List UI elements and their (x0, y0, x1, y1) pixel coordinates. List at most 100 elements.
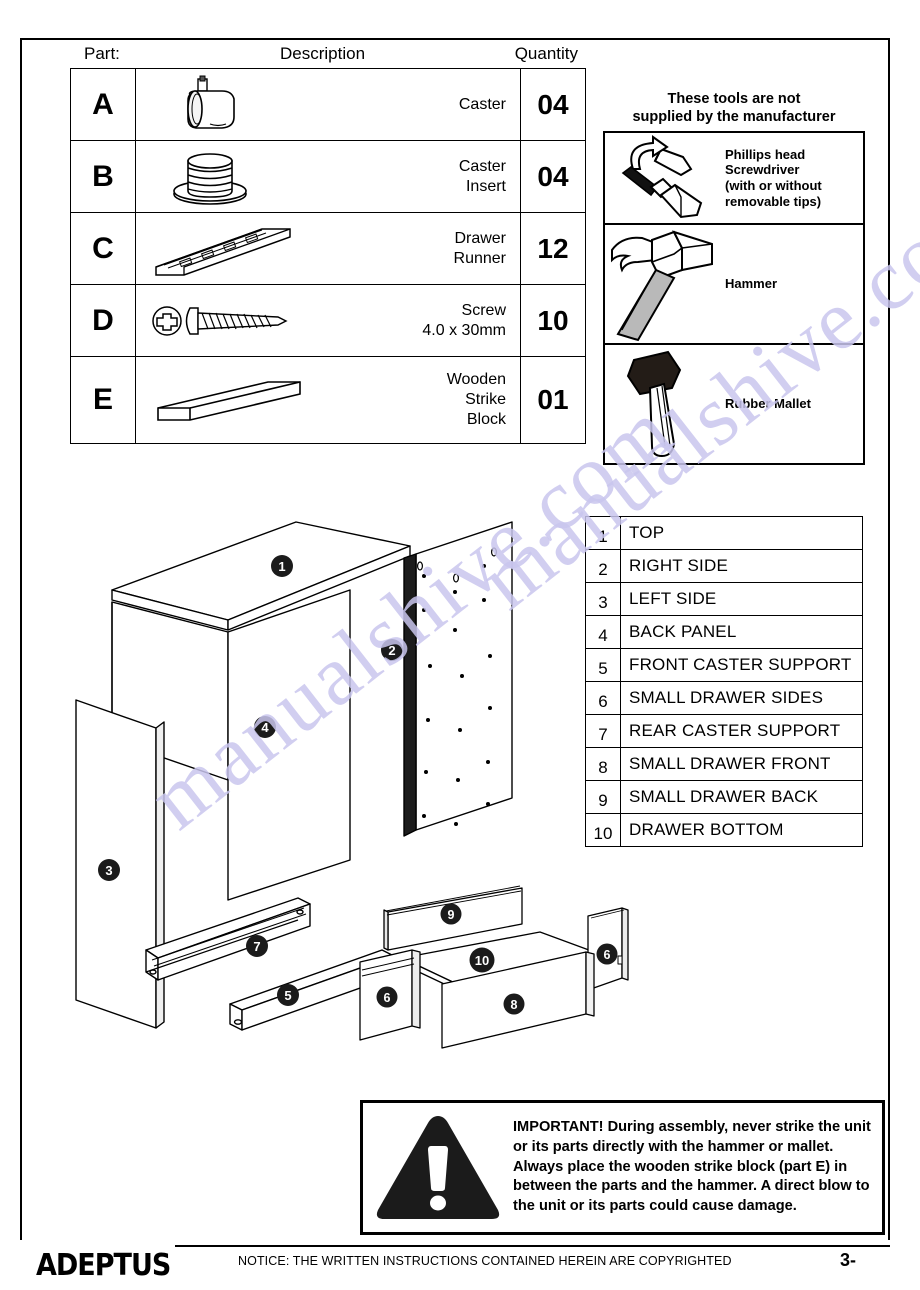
callout-9: 9 (440, 903, 462, 925)
tool-label-screwdriver: Phillips head Screwdriver (with or witho… (725, 146, 822, 210)
panel-back (227, 589, 351, 901)
legend-num-5: 5 (585, 648, 621, 682)
table-row: D Screw 4.0 x 30mm 10 (70, 284, 586, 357)
caster-icon (187, 75, 235, 129)
header-part: Part: (84, 44, 120, 63)
screwdriver-icon (621, 135, 703, 219)
callout-10: 10 (469, 947, 495, 973)
legend-row: 5 FRONT CASTER SUPPORT (585, 648, 863, 682)
legend-label-2: RIGHT SIDE (620, 549, 863, 583)
warning-text: IMPORTANT! During assembly, never strike… (513, 1119, 871, 1215)
legend-num-1: 1 (585, 516, 621, 550)
part-description-c: Drawer Runner (453, 229, 506, 267)
legend-label-6: SMALL DRAWER SIDES (620, 681, 863, 715)
legend-num-2: 2 (585, 549, 621, 583)
legend-label-9: SMALL DRAWER BACK (620, 780, 863, 814)
parts-table-header: Part: Description Quantity (70, 42, 580, 68)
legend-num-3: 3 (585, 582, 621, 616)
legend-label-5: FRONT CASTER SUPPORT (620, 648, 863, 682)
svg-text:2: 2 (388, 643, 395, 658)
tool-row-screwdriver: Phillips head Screwdriver (with or witho… (605, 133, 863, 226)
screw-icon (152, 305, 288, 336)
table-row: C Drawer Runner 12 (70, 212, 586, 285)
svg-text:3: 3 (105, 863, 112, 878)
legend-row: 4 BACK PANEL (585, 615, 863, 649)
legend-num-7: 7 (585, 714, 621, 748)
callout-5: 5 (277, 984, 299, 1006)
svg-text:6: 6 (604, 948, 611, 962)
callout-2: 2 (381, 639, 403, 661)
strike-block-icon (157, 381, 301, 421)
tools-section: These tools are not supplied by the manu… (603, 90, 865, 466)
legend-row: 8 SMALL DRAWER FRONT (585, 747, 863, 781)
legend-label-8: SMALL DRAWER FRONT (620, 747, 863, 781)
caster-insert-icon (173, 152, 247, 205)
callout-7: 7 (246, 935, 268, 957)
callout-4: 4 (254, 716, 276, 738)
warning-triangle-icon (376, 1115, 500, 1219)
legend-row: 1 TOP (585, 516, 863, 550)
hammer-icon (611, 230, 713, 342)
tool-label-mallet: Rubber Mallet (725, 396, 811, 412)
legend-num-6: 6 (585, 681, 621, 715)
part-description-a: Caster (458, 95, 506, 113)
part-quantity-a: 04 (520, 68, 586, 141)
header-description: Description (280, 44, 366, 63)
tools-box: Phillips head Screwdriver (with or witho… (603, 131, 865, 466)
legend-label-1: TOP (620, 516, 863, 550)
callout-8: 8 (503, 993, 525, 1015)
svg-text:6: 6 (384, 991, 391, 1005)
part-letter-d: D (70, 284, 136, 357)
svg-text:4: 4 (261, 720, 269, 735)
part-letter-a: A (70, 68, 136, 141)
part-quantity-d: 10 (520, 284, 586, 357)
part-description-d: Screw 4.0 x 30mm (422, 301, 506, 339)
legend-row: 3 LEFT SIDE (585, 582, 863, 616)
part-letter-e: E (70, 356, 136, 444)
part-letter-b: B (70, 140, 136, 213)
exploded-drawer-diagram: 9 10 6 6 8 (359, 885, 629, 1049)
adeptus-logo: ADEPTUS (36, 1248, 171, 1283)
page-number: 3- (840, 1250, 857, 1270)
table-row: B Caster Insert 04 (70, 140, 586, 213)
tools-title: These tools are not supplied by the manu… (632, 91, 836, 126)
legend-label-7: REAR CASTER SUPPORT (620, 714, 863, 748)
part-description-e: Wooden Strike Block (446, 371, 506, 428)
legend-row: 9 SMALL DRAWER BACK (585, 780, 863, 814)
callout-1: 1 (271, 555, 293, 577)
legend-row: 10 DRAWER BOTTOM (585, 813, 863, 847)
legend-label-4: BACK PANEL (620, 615, 863, 649)
part-description-b: Caster Insert (458, 157, 506, 195)
legend-row: 2 RIGHT SIDE (585, 549, 863, 583)
part-quantity-e: 01 (520, 356, 586, 444)
legend-label-10: DRAWER BOTTOM (620, 813, 863, 847)
rubber-mallet-icon (626, 351, 682, 458)
legend-num-8: 8 (585, 747, 621, 781)
callout-6-right: 6 (596, 943, 618, 965)
svg-text:7: 7 (253, 939, 260, 954)
svg-text:10: 10 (475, 953, 489, 968)
footer-divider (175, 1245, 890, 1247)
part-quantity-c: 12 (520, 212, 586, 285)
callout-6-left: 6 (376, 986, 398, 1008)
parts-legend-table: 1 TOP 2 RIGHT SIDE 3 LEFT SIDE 4 BACK PA… (585, 516, 863, 847)
parts-table: Part: Description Quantity A Caster 04 B… (70, 42, 586, 444)
callout-3: 3 (98, 859, 120, 881)
legend-label-3: LEFT SIDE (620, 582, 863, 616)
table-row: A Caster 04 (70, 68, 586, 141)
svg-text:5: 5 (284, 988, 291, 1003)
panel-left-side-edge (155, 721, 165, 1029)
svg-text:1: 1 (278, 559, 285, 574)
legend-num-10: 10 (585, 813, 621, 847)
panel-right-side-edge (403, 553, 417, 837)
legend-row: 6 SMALL DRAWER SIDES (585, 681, 863, 715)
part-letter-c: C (70, 212, 136, 285)
important-warning-box: IMPORTANT! During assembly, never strike… (360, 1100, 885, 1235)
legend-row: 7 REAR CASTER SUPPORT (585, 714, 863, 748)
tool-label-hammer: Hammer (725, 276, 778, 292)
copyright-notice: NOTICE: THE WRITTEN INSTRUCTIONS CONTAIN… (238, 1254, 732, 1268)
legend-num-4: 4 (585, 615, 621, 649)
tool-row-hammer: Hammer (605, 225, 863, 346)
drawer-runner-icon (155, 227, 291, 276)
table-row: E Wooden Strike Block 01 (70, 356, 586, 444)
